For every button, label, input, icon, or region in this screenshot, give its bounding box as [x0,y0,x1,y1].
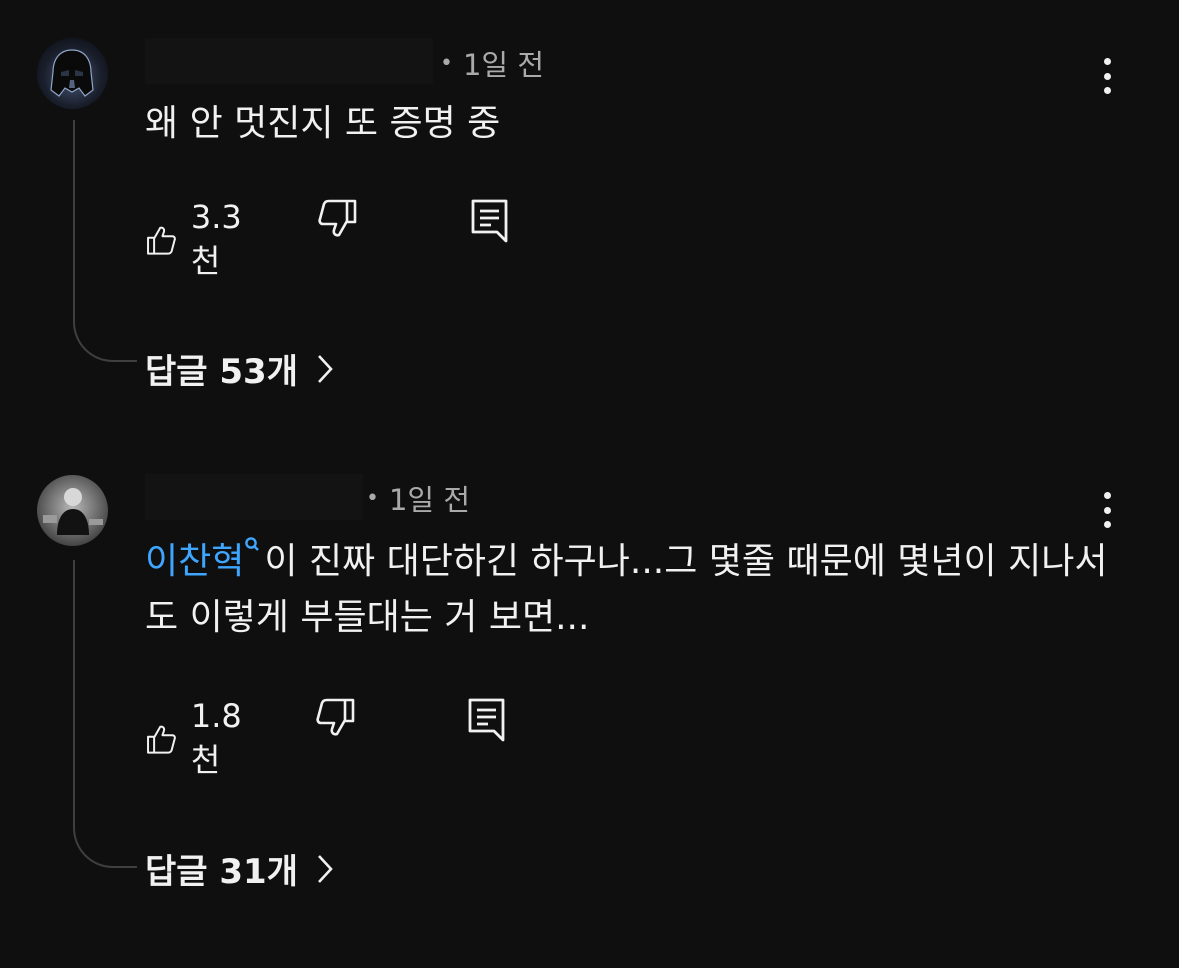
reply-icon [471,199,508,243]
like-button[interactable]: 1.8천 [145,697,252,781]
comment-thread: • 1일 전 이찬혁 이 진짜 대단하긴 하구나...그 몇줄 때문에 몇년이 지… [0,440,1179,960]
comment-text: 왜 안 멋진지 또 증명 중 [145,103,501,144]
kebab-menu-icon[interactable] [1095,56,1119,96]
person-avatar-icon [43,488,103,535]
chevron-right-icon [318,854,333,883]
chevron-right-icon [318,354,333,383]
like-count: 3.3천 [190,198,242,280]
avatar[interactable] [37,38,108,109]
comment-meta: • 1일 전 [366,477,470,519]
thumbs-up-icon [147,725,176,754]
thumbs-up-icon [147,226,176,255]
comment-thread: • 1일 전 왜 안 멋진지 또 증명 중 3.3천 답글 53개 [0,0,1179,430]
separator-dot: • [440,50,453,76]
darth-vader-avatar-icon [50,49,94,97]
avatar[interactable] [37,475,108,546]
search-link[interactable]: 이찬혁 [145,537,264,582]
mention-text: 이찬혁 [145,541,245,582]
view-replies-button[interactable]: 답글 53개 [145,344,334,393]
kebab-menu-icon[interactable] [1095,490,1119,530]
replies-label: 답글 53개 [145,352,298,392]
comment-text: 이찬혁 이 진짜 대단하긴 하구나...그 몇줄 때문에 몇년이 지나서도 이렇게… [145,534,1125,646]
reply-button[interactable] [467,697,507,743]
view-replies-button[interactable]: 답글 31개 [145,844,334,893]
dislike-button[interactable] [315,697,357,739]
like-count: 1.8천 [190,697,242,779]
author-name-redacted[interactable] [145,474,363,520]
reply-icon [468,698,505,742]
thread-line [73,120,137,362]
replies-label: 답글 31개 [145,852,298,892]
author-name-redacted[interactable] [145,38,433,84]
comment-time[interactable]: 1일 전 [463,42,544,84]
like-button[interactable]: 3.3천 [145,198,252,282]
comment-text-body: 이 진짜 대단하긴 하구나...그 몇줄 때문에 몇년이 지나서도 이렇게 부들… [145,541,1108,638]
reply-button[interactable] [470,198,510,244]
thumbs-down-icon [318,199,357,237]
dislike-button[interactable] [317,198,359,240]
comment-time[interactable]: 1일 전 [389,477,470,519]
comment-meta: • 1일 전 [440,42,544,84]
separator-dot: • [366,485,379,511]
search-icon [245,537,260,551]
thumbs-down-icon [316,698,355,736]
thread-line [73,560,137,868]
